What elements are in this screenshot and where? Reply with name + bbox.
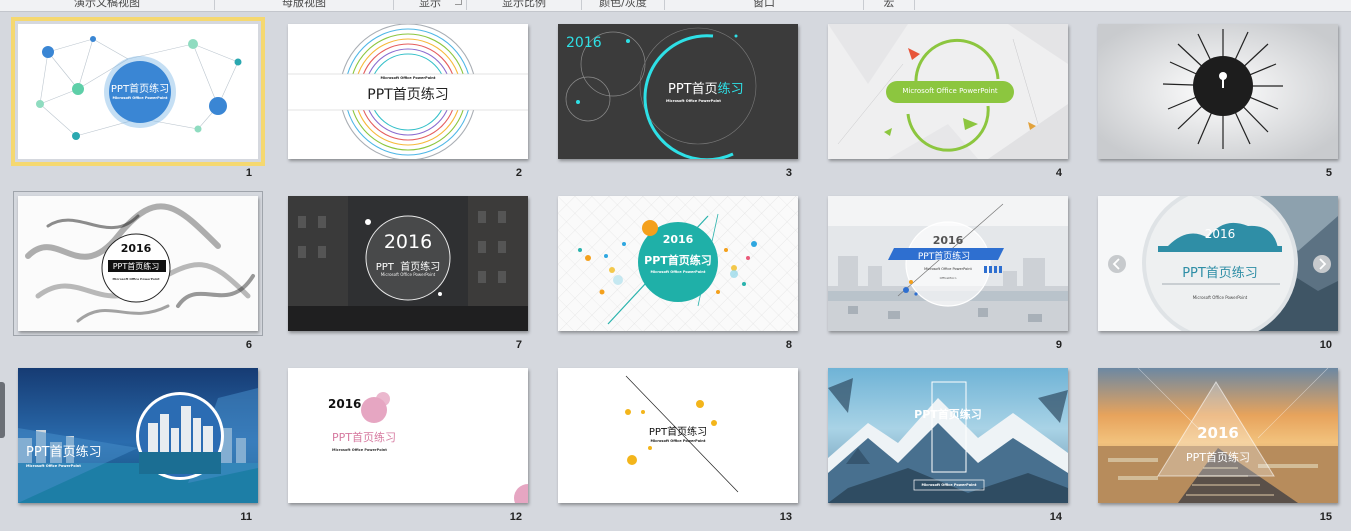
slide-14-title: PPT首页练习 — [914, 408, 982, 421]
slide-11-subtitle: Microsoft Office PowerPoint — [26, 464, 81, 468]
slide-7-subtitle: Microsoft Office PowerPoint — [380, 272, 436, 277]
slide-number-7: 7 — [515, 339, 522, 351]
slide-number-6: 6 — [245, 339, 252, 351]
ribbon-strip: 演示文稿视图 母版视图 显示 显示比例 颜色/灰度 窗口 宏 — [0, 0, 1351, 12]
slide-3-title-accent: 练习 — [717, 82, 744, 97]
slide-number-10: 10 — [1319, 339, 1332, 351]
slide-number-12: 12 — [509, 511, 522, 523]
slide-2-title: PPT首页练习 — [367, 87, 449, 103]
slide-thumbnail-4[interactable]: Microsoft Office PowerPoint — [828, 24, 1068, 159]
slide-thumbnail-6[interactable]: 2016 PPT首页练习 Microsoft Office PowerPoint — [13, 191, 263, 336]
ribbon-group-master-views[interactable]: 母版视图 — [215, 0, 394, 10]
slide-12-year: 2016 — [328, 397, 362, 411]
slide-3-title: PPT首页练习 — [668, 78, 744, 97]
ribbon-group-zoom[interactable]: 显示比例 — [467, 0, 582, 10]
ribbon-group-show[interactable]: 显示 — [394, 0, 467, 10]
next-arrow-icon — [1313, 255, 1331, 273]
slide-9-year: 2016 — [932, 234, 964, 247]
ribbon-group-color-grayscale[interactable]: 颜色/灰度 — [582, 0, 665, 10]
slide-9-subtitle: Microsoft Office PowerPoint — [924, 267, 972, 271]
slide-10-subtitle: Microsoft Office PowerPoint — [1192, 295, 1248, 300]
slide-thumbnail-11[interactable]: PPT首页练习 Microsoft Office PowerPoint — [18, 368, 258, 503]
slide-6-title: PPT首页练习 — [112, 262, 160, 271]
slide-thumbnail-7[interactable]: 2016 PPT 首页练习 Microsoft Office PowerPoin… — [288, 196, 528, 331]
slide-4-subtitle: Microsoft Office PowerPoint — [902, 87, 998, 95]
slide-thumbnail-8[interactable]: 2016 PPT首页练习 Microsoft Office PowerPoint — [558, 196, 798, 331]
slide-thumbnail-14[interactable]: PPT首页练习 Microsoft Office PowerPoint — [828, 368, 1068, 503]
slide-8-year: 2016 — [662, 233, 694, 246]
slide-number-9: 9 — [1055, 339, 1062, 351]
slide-12-subtitle: Microsoft Office PowerPoint — [332, 448, 387, 452]
slide-11-title: PPT首页练习 — [26, 445, 102, 460]
slide-number-1: 1 — [245, 167, 252, 179]
slide-15-year: 2016 — [1197, 424, 1239, 442]
slide-8-title: PPT首页练习 — [644, 254, 712, 267]
slide-1-title: PPT首页练习 — [110, 84, 170, 95]
prev-arrow-icon — [1108, 255, 1126, 273]
slide-thumbnail-13[interactable]: PPT首页练习 Microsoft Office PowerPoint — [558, 368, 798, 503]
slide-number-3: 3 — [785, 167, 792, 179]
slide-15-title: PPT首页练习 — [1186, 451, 1250, 464]
slide-1-subtitle: Microsoft Office PowerPoint — [112, 96, 168, 100]
slide-12-title: PPT首页练习 — [332, 431, 396, 444]
ribbon-group-label: 母版视图 — [282, 0, 326, 9]
slide-3-subtitle: Microsoft Office PowerPoint — [666, 99, 721, 103]
slide-6-subtitle: Microsoft Office PowerPoint — [112, 277, 160, 281]
slide-number-15: 15 — [1319, 511, 1332, 523]
ribbon-group-label: 显示 — [419, 0, 441, 9]
ribbon-group-label: 宏 — [883, 0, 895, 9]
ribbon-group-label: 显示比例 — [502, 0, 546, 9]
slide-6-year: 2016 — [120, 242, 152, 255]
ribbon-group-window[interactable]: 窗口 — [665, 0, 864, 10]
slide-14-subtitle: Microsoft Office PowerPoint — [921, 483, 977, 487]
slide-thumbnail-10[interactable]: 2016 PPT首页练习 Microsoft Office PowerPoint — [1098, 196, 1338, 331]
slide-12-artwork — [288, 368, 528, 503]
slide-thumbnail-1[interactable]: PPT首页练习 Microsoft Office PowerPoint — [11, 17, 265, 166]
pane-resize-handle[interactable] — [0, 382, 5, 438]
slide-number-11: 11 — [240, 511, 252, 523]
ribbon-group-label: 演示文稿视图 — [74, 0, 140, 9]
slide-number-13: 13 — [779, 511, 792, 523]
slide-10-title: PPT首页练习 — [1182, 266, 1258, 281]
slide-3-year: 2016 — [566, 35, 602, 51]
slide-9-artwork — [828, 196, 1068, 331]
slide-13-title: PPT首页练习 — [648, 427, 708, 438]
slide-11-artwork — [18, 368, 258, 503]
slide-3-title-main: PPT首页 — [668, 82, 718, 97]
ribbon-group-label: 窗口 — [753, 0, 775, 9]
slide-thumbnail-15[interactable]: 2016 PPT首页练习 — [1098, 368, 1338, 503]
slide-number-2: 2 — [515, 167, 522, 179]
slide-thumbnail-5[interactable] — [1098, 24, 1338, 159]
slide-8-subtitle: Microsoft Office PowerPoint — [650, 270, 706, 274]
ribbon-group-macros[interactable]: 宏 — [864, 0, 915, 10]
slide-13-subtitle: Microsoft Office PowerPoint — [650, 439, 706, 443]
slide-2-subtitle: Microsoft Office PowerPoint — [380, 76, 436, 80]
slide-7-title: PPT 首页练习 — [375, 262, 441, 273]
slide-number-8: 8 — [785, 339, 792, 351]
dialog-launcher-icon[interactable] — [455, 0, 462, 5]
slide-5-artwork — [1098, 24, 1338, 159]
slide-number-5: 5 — [1325, 167, 1332, 179]
slide-thumbnail-9[interactable]: 2016 PPT首页练习 Microsoft Office PowerPoint… — [828, 196, 1068, 331]
slide-9-title: PPT首页练习 — [917, 252, 971, 262]
slide-number-14: 14 — [1049, 511, 1062, 523]
ribbon-group-label: 颜色/灰度 — [599, 0, 647, 9]
slide-7-year: 2016 — [383, 231, 433, 253]
slide-thumbnail-12[interactable]: 2016 PPT首页练习 Microsoft Office PowerPoint — [288, 368, 528, 503]
slide-9-tag: OfficeMicro — [939, 276, 957, 280]
slide-thumbnail-3[interactable]: 2016 PPT首页练习 Microsoft Office PowerPoint — [558, 24, 798, 159]
slide-10-year: 2016 — [1204, 227, 1236, 241]
ribbon-group-presentation-views[interactable]: 演示文稿视图 — [0, 0, 215, 10]
slide-number-4: 4 — [1055, 167, 1062, 179]
slide-thumbnail-2[interactable]: Microsoft Office PowerPoint PPT首页练习 — [288, 24, 528, 159]
